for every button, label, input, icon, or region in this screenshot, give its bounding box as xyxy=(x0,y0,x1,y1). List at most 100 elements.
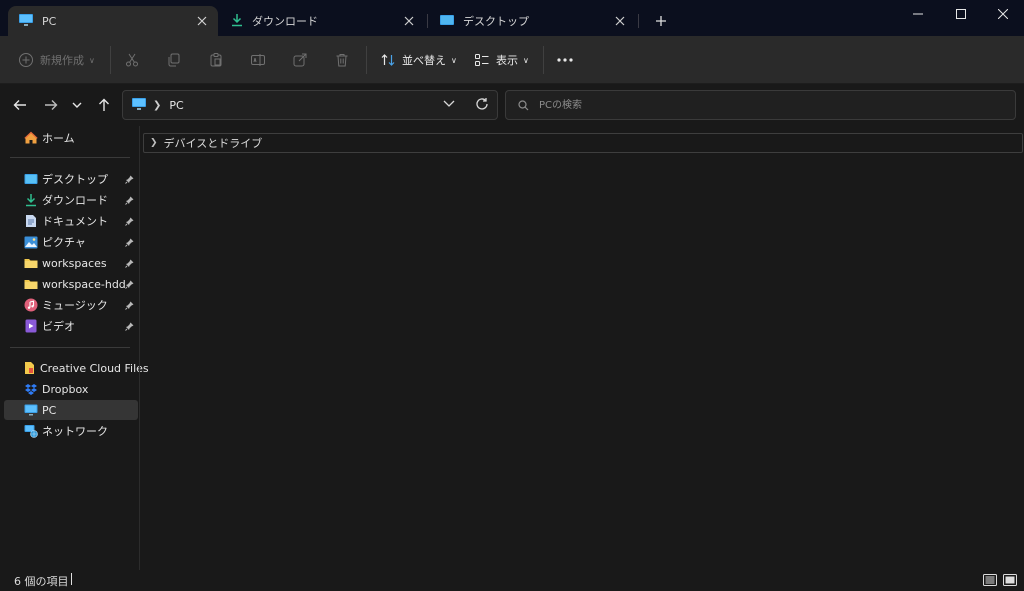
search-icon xyxy=(518,99,529,110)
tab-desktop[interactable]: デスクトップ xyxy=(429,6,636,36)
refresh-icon xyxy=(476,98,488,110)
large-icons-view-icon xyxy=(1003,574,1017,586)
sidebar-item-label: ネットワーク xyxy=(42,425,108,438)
group-header-devices-drives[interactable]: ❯ デバイスとドライブ xyxy=(143,133,1023,153)
group-header-label: デバイスとドライブ xyxy=(163,137,263,150)
monitor-icon xyxy=(18,13,34,30)
clipboard-icon xyxy=(210,53,222,67)
tab-separator xyxy=(427,14,428,28)
toolbar-separator xyxy=(366,46,367,74)
address-bar[interactable]: ❯ PC xyxy=(122,90,498,120)
close-icon[interactable] xyxy=(194,13,210,29)
pin-icon[interactable] xyxy=(125,300,134,313)
paste-button[interactable] xyxy=(208,46,224,74)
chevron-down-icon xyxy=(443,100,455,107)
sidebar-item-videos[interactable]: ビデオ xyxy=(4,316,138,336)
arrow-up-icon xyxy=(99,98,109,111)
minimize-button[interactable] xyxy=(898,0,938,28)
refresh-button[interactable] xyxy=(475,97,489,114)
status-caret xyxy=(71,573,72,585)
sidebar-item-label: ミュージック xyxy=(42,299,108,312)
sidebar-item-workspace-hdd[interactable]: workspace-hdd xyxy=(4,274,138,294)
sidebar-item-downloads[interactable]: ダウンロード xyxy=(4,190,138,210)
arrow-right-icon xyxy=(45,100,58,110)
sidebar-item-label: ビデオ xyxy=(42,320,75,333)
sidebar-item-documents[interactable]: ドキュメント xyxy=(4,211,138,231)
folder-icon xyxy=(24,277,38,291)
share-icon xyxy=(293,53,307,67)
tab-separator xyxy=(638,14,639,28)
trash-icon xyxy=(336,54,348,67)
toolbar-separator xyxy=(543,46,544,74)
sidebar-item-home[interactable]: ホーム xyxy=(4,128,138,148)
rename-button[interactable] xyxy=(250,46,266,74)
forward-button[interactable] xyxy=(40,94,62,116)
plus-circle-icon xyxy=(19,53,33,67)
sort-button[interactable]: 並べ替え ∨ xyxy=(380,46,457,74)
pin-icon[interactable] xyxy=(125,216,134,229)
sidebar-item-dropbox[interactable]: Dropbox xyxy=(4,379,138,399)
music-icon xyxy=(24,298,38,312)
delete-button[interactable] xyxy=(334,46,350,74)
new-button[interactable]: 新規作成 ∨ xyxy=(18,46,95,74)
pin-icon[interactable] xyxy=(125,195,134,208)
tab-pc[interactable]: PC xyxy=(8,6,218,36)
chevron-right-icon: ❯ xyxy=(153,99,162,111)
address-history-button[interactable] xyxy=(443,98,455,111)
scissors-icon xyxy=(126,53,138,67)
document-icon xyxy=(24,214,38,228)
sidebar-item-label: workspace-hdd xyxy=(42,277,126,291)
close-icon[interactable] xyxy=(401,13,417,29)
sidebar-item-label: Dropbox xyxy=(42,382,89,396)
sidebar-item-label: ホーム xyxy=(42,132,75,145)
sidebar-item-label: デスクトップ xyxy=(42,173,108,186)
sidebar-item-workspaces[interactable]: workspaces xyxy=(4,253,138,273)
details-view-button[interactable] xyxy=(982,572,998,588)
desktop-icon xyxy=(24,172,38,186)
more-options-button[interactable] xyxy=(556,46,574,74)
sidebar-item-desktop[interactable]: デスクトップ xyxy=(4,169,138,189)
pictures-icon xyxy=(24,235,38,249)
desktop-icon xyxy=(439,14,455,29)
plus-icon xyxy=(656,16,666,26)
maximize-button[interactable] xyxy=(941,0,981,28)
sidebar-item-label: workspaces xyxy=(42,256,107,270)
tab-downloads[interactable]: ダウンロード xyxy=(220,6,425,36)
pin-icon[interactable] xyxy=(125,321,134,334)
new-tab-button[interactable] xyxy=(650,10,672,32)
up-button[interactable] xyxy=(93,94,115,116)
download-icon xyxy=(24,193,38,207)
network-icon xyxy=(24,424,38,438)
chevron-down-icon: ∨ xyxy=(451,55,457,65)
chevron-down-icon xyxy=(72,102,82,108)
tab-label: ダウンロード xyxy=(252,15,318,28)
pin-icon[interactable] xyxy=(125,258,134,271)
search-box[interactable] xyxy=(505,90,1016,120)
more-icon xyxy=(557,58,573,62)
minimize-icon xyxy=(913,13,923,15)
close-window-button[interactable] xyxy=(983,0,1023,28)
view-button[interactable]: 表示 ∨ xyxy=(474,46,529,74)
chevron-right-icon: ❯ xyxy=(150,138,158,148)
pin-icon[interactable] xyxy=(125,174,134,187)
cut-button[interactable] xyxy=(124,46,140,74)
back-button[interactable] xyxy=(9,94,31,116)
pin-icon[interactable] xyxy=(125,237,134,250)
search-input[interactable] xyxy=(537,98,977,112)
share-button[interactable] xyxy=(292,46,308,74)
sidebar-item-label: Creative Cloud Files xyxy=(40,361,149,375)
recent-locations-button[interactable] xyxy=(66,94,88,116)
sidebar-item-pictures[interactable]: ピクチャ xyxy=(4,232,138,252)
sidebar-item-music[interactable]: ミュージック xyxy=(4,295,138,315)
sidebar-item-creative-cloud[interactable]: Creative Cloud Files xyxy=(4,358,149,378)
view-button-label: 表示 xyxy=(496,54,518,67)
pin-icon[interactable] xyxy=(125,279,134,292)
large-icons-view-button[interactable] xyxy=(1002,572,1018,588)
close-icon[interactable] xyxy=(612,13,628,29)
copy-button[interactable] xyxy=(166,46,182,74)
monitor-icon xyxy=(24,403,38,417)
sidebar-item-network[interactable]: ネットワーク xyxy=(4,421,138,441)
breadcrumb-pc[interactable]: PC xyxy=(169,99,183,112)
sidebar-item-pc[interactable]: PC xyxy=(4,400,138,420)
view-icon xyxy=(475,54,489,66)
